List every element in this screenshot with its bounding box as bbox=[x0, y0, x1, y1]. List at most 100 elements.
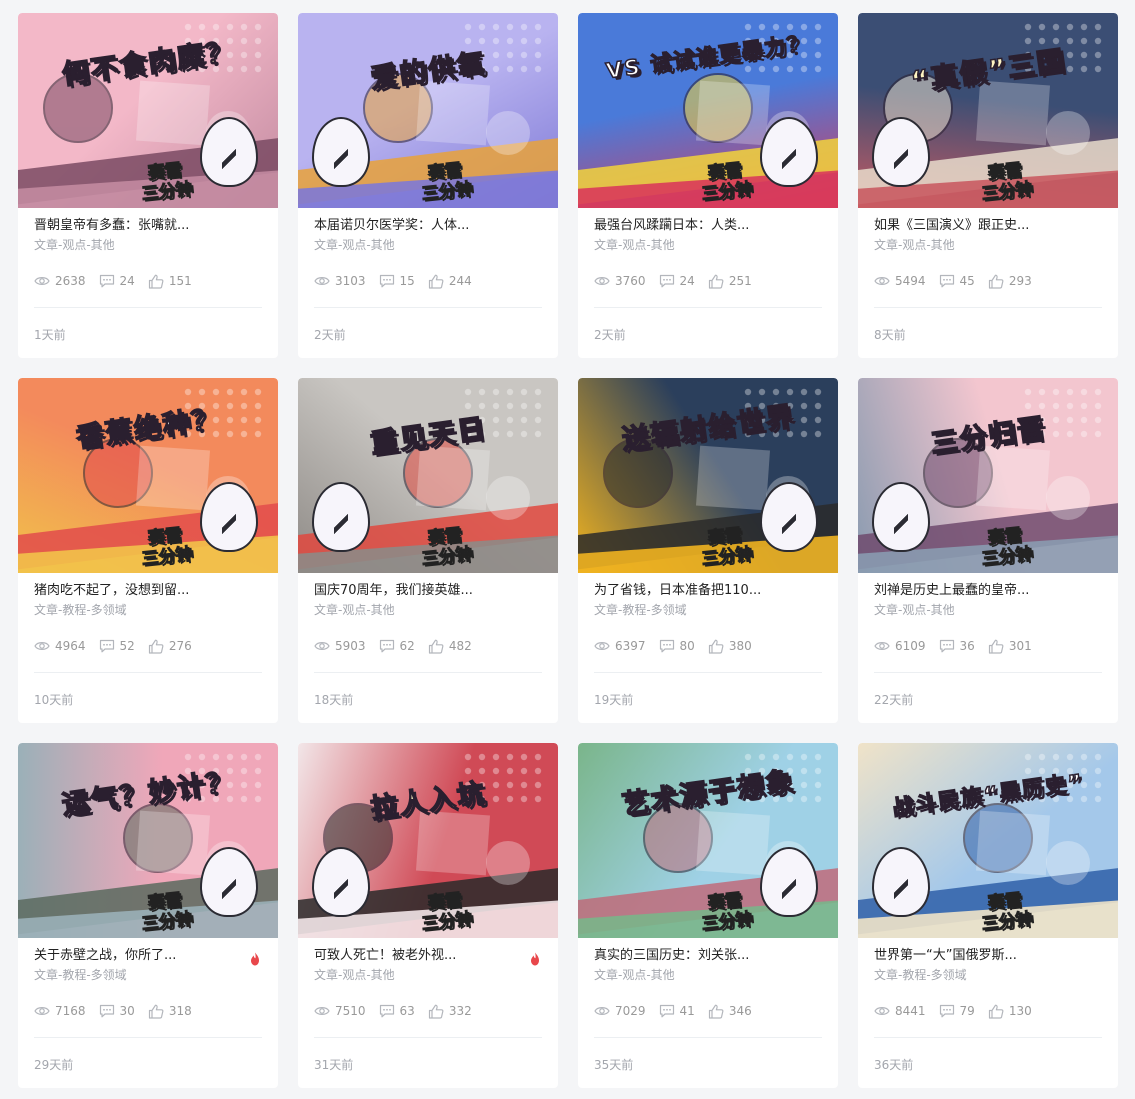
article-thumbnail[interactable]: 送辐射给世界 赛雷 三分钟 bbox=[578, 378, 838, 573]
article-card[interactable]: 拉人入坑 赛雷三分钟 可致人死亡！被老外视... 文章-观点-其他 7510 bbox=[298, 743, 558, 1088]
thumbnail-shape bbox=[772, 388, 780, 396]
article-card[interactable]: 何不食肉糜？ 赛雷 三分钟 晋朝皇帝有多蠢：张嘴就... 文章-观点-其他 263… bbox=[18, 13, 278, 358]
views-count: 6109 bbox=[895, 639, 926, 653]
article-tags: 文章-观点-其他 bbox=[874, 603, 955, 617]
thumbnail-shape bbox=[415, 445, 491, 511]
article-title[interactable]: 晋朝皇帝有多蠢：张嘴就... bbox=[34, 217, 254, 234]
article-thumbnail[interactable]: 何不食肉糜？ 赛雷 三分钟 bbox=[18, 13, 278, 208]
article-card[interactable]: 送辐射给世界 赛雷 三分钟 为了省钱，日本准备把110... 文章-教程-多领域 … bbox=[578, 378, 838, 723]
article-title[interactable]: 真实的三国历史：刘关张... bbox=[594, 947, 814, 964]
comments-stat: 80 bbox=[659, 639, 695, 653]
views-stat: 4964 bbox=[34, 639, 86, 653]
article-stats: 7168 30 318 bbox=[34, 1002, 262, 1020]
article-title[interactable]: 猪肉吃不起了，没想到留... bbox=[34, 582, 254, 599]
thumbnail-shape bbox=[758, 23, 766, 31]
article-title[interactable]: 关于赤壁之战，你所了... bbox=[34, 947, 254, 964]
thumbnail-shape bbox=[478, 753, 486, 761]
thumbnail-shape bbox=[212, 753, 220, 761]
article-card[interactable]: VS 试试谁更暴力？ 赛雷 三分钟 最强台风蹂躏日本：人类... 文章-观点-其他… bbox=[578, 13, 838, 358]
article-card[interactable]: 重见天日 赛雷 三分钟 国庆70周年，我们接英雄... 文章-观点-其他 5903 bbox=[298, 378, 558, 723]
comments-stat: 30 bbox=[99, 1004, 135, 1018]
article-card[interactable]: 运气？妙计？ 赛雷 三分钟 关于赤壁之战，你所了... 文章-教程-多领域 716… bbox=[18, 743, 278, 1088]
comments-stat: 52 bbox=[99, 639, 135, 653]
article-thumbnail[interactable]: 拉人入坑 赛雷 三分钟 bbox=[298, 743, 558, 938]
article-thumbnail[interactable]: 艺术源于想象 赛雷 三分钟 bbox=[578, 743, 838, 938]
article-title[interactable]: 如果《三国演义》跟正史... bbox=[874, 217, 1094, 234]
views-stat: 7168 bbox=[34, 1004, 86, 1018]
likes-stat: 151 bbox=[148, 274, 192, 289]
article-thumbnail[interactable]: 重见天日 赛雷 三分钟 bbox=[298, 378, 558, 573]
article-stats: 5494 45 293 bbox=[874, 272, 1102, 290]
likes-stat: 482 bbox=[428, 639, 472, 654]
comments-count: 79 bbox=[959, 1004, 975, 1018]
comments-stat: 63 bbox=[379, 1004, 415, 1018]
article-thumbnail[interactable]: 三分归晋 赛雷 三分钟 bbox=[858, 378, 1118, 573]
article-card[interactable]: 爱的供氧 赛雷三分钟 本届诺贝尔医学奖：人体... 文章-观点-其他 3103 bbox=[298, 13, 558, 358]
thumbnail-shape bbox=[135, 80, 211, 146]
article-card[interactable]: “真假”三国 赛雷 三分钟 如果《三国演义》跟正史... 文章-观点-其他 549… bbox=[858, 13, 1118, 358]
likes-stat: 301 bbox=[988, 639, 1032, 654]
card-divider bbox=[594, 307, 822, 308]
likes-count: 130 bbox=[1008, 1004, 1032, 1018]
comments-stat: 24 bbox=[659, 274, 695, 288]
publish-time: 36天前 bbox=[874, 1058, 914, 1072]
article-thumbnail[interactable]: 香蕉绝种？ 赛雷 三分钟 bbox=[18, 378, 278, 573]
views-stat: 3760 bbox=[594, 274, 646, 288]
comments-stat: 79 bbox=[939, 1004, 975, 1018]
thumbnail-shape bbox=[1094, 795, 1102, 803]
article-thumbnail[interactable]: “真假”三国 赛雷 三分钟 bbox=[858, 13, 1118, 208]
thumbnail-shape bbox=[212, 23, 220, 31]
publish-time: 1天前 bbox=[34, 328, 66, 342]
comments-count: 45 bbox=[959, 274, 975, 288]
comment-icon bbox=[659, 274, 674, 288]
article-thumbnail[interactable]: 运气？妙计？ 赛雷 三分钟 bbox=[18, 743, 278, 938]
article-title[interactable]: 世界第一“大”国俄罗斯... bbox=[874, 947, 1094, 964]
thumbnail-shape bbox=[184, 23, 192, 31]
thumbnail-shape bbox=[744, 23, 752, 31]
views-count: 6397 bbox=[615, 639, 646, 653]
thumbnail-shape bbox=[506, 388, 514, 396]
comments-count: 24 bbox=[119, 274, 135, 288]
thumbs-up-icon bbox=[988, 274, 1004, 289]
thumbnail-shape bbox=[1066, 23, 1074, 31]
article-tags: 文章-教程-多领域 bbox=[594, 603, 687, 617]
article-title[interactable]: 本届诺贝尔医学奖：人体... bbox=[314, 217, 534, 234]
article-stats: 7510 63 332 bbox=[314, 1002, 542, 1020]
views-stat: 6109 bbox=[874, 639, 926, 653]
article-thumbnail[interactable]: 爱的供氧 赛雷 三分钟 bbox=[298, 13, 558, 208]
publish-time: 19天前 bbox=[594, 693, 634, 707]
views-stat: 8441 bbox=[874, 1004, 926, 1018]
article-card[interactable]: 香蕉绝种？ 赛雷 三分钟 猪肉吃不起了，没想到留... 文章-教程-多领域 496… bbox=[18, 378, 278, 723]
article-title[interactable]: 为了省钱，日本准备把110... bbox=[594, 582, 814, 599]
thumbnail-shape bbox=[1080, 388, 1088, 396]
likes-stat: 130 bbox=[988, 1004, 1032, 1019]
publish-time: 8天前 bbox=[874, 328, 906, 342]
article-title[interactable]: 国庆70周年，我们接英雄... bbox=[314, 582, 534, 599]
card-divider bbox=[34, 307, 262, 308]
thumbs-up-icon bbox=[148, 1004, 164, 1019]
card-divider bbox=[314, 672, 542, 673]
thumbnail-shape bbox=[1038, 753, 1046, 761]
article-card[interactable]: 战斗民族“黑历史” 赛雷 三分钟 世界第一“大”国俄罗斯... 文章-教程-多领域… bbox=[858, 743, 1118, 1088]
thumbnail-shape bbox=[184, 388, 192, 396]
thumbnail-shape bbox=[415, 80, 491, 146]
card-divider bbox=[34, 672, 262, 673]
eye-icon bbox=[874, 277, 890, 285]
article-thumbnail[interactable]: VS 试试谁更暴力？ 赛雷 三分钟 bbox=[578, 13, 838, 208]
thumbnail-shape bbox=[1038, 388, 1046, 396]
article-card[interactable]: 艺术源于想象 赛雷 三分钟 真实的三国历史：刘关张... 文章-观点-其他 702… bbox=[578, 743, 838, 1088]
thumbs-up-icon bbox=[148, 639, 164, 654]
thumbnail-shape bbox=[1052, 23, 1060, 31]
views-stat: 7029 bbox=[594, 1004, 646, 1018]
article-title[interactable]: 刘禅是历史上最蠢的皇帝... bbox=[874, 582, 1094, 599]
article-title[interactable]: 最强台风蹂躏日本：人类... bbox=[594, 217, 814, 234]
article-stats: 4964 52 276 bbox=[34, 637, 262, 655]
article-thumbnail[interactable]: 战斗民族“黑历史” 赛雷 三分钟 bbox=[858, 743, 1118, 938]
thumbnail-shape bbox=[506, 753, 514, 761]
thumbnail-shape bbox=[758, 753, 766, 761]
thumbnail-shape bbox=[1046, 111, 1090, 155]
article-title[interactable]: 可致人死亡！被老外视... bbox=[314, 947, 534, 964]
thumbnail-shape bbox=[814, 430, 822, 438]
article-card[interactable]: 三分归晋 赛雷三分钟 刘禅是历史上最蠢的皇帝... 文章-观点-其他 6109 bbox=[858, 378, 1118, 723]
thumbnail-shape bbox=[534, 23, 542, 31]
